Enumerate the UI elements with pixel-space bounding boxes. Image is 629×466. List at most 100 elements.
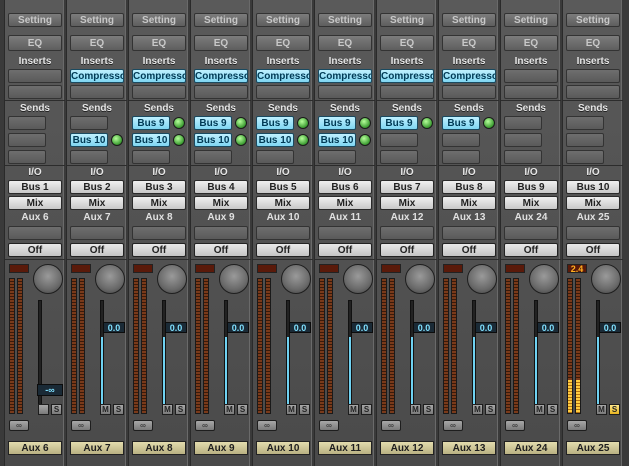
eq-button[interactable]: EQ <box>380 35 434 51</box>
setting-button[interactable]: Setting <box>566 13 620 27</box>
volume-readout[interactable]: 0.0 <box>165 322 187 333</box>
send-slot-empty[interactable] <box>442 150 480 164</box>
send-slot[interactable]: Bus 10 <box>256 133 294 147</box>
insert-slot[interactable] <box>8 69 62 83</box>
send-slot-empty[interactable] <box>70 150 108 164</box>
mute-button[interactable]: M <box>162 404 173 415</box>
volume-readout[interactable]: 0.0 <box>351 322 373 333</box>
automation-off-button[interactable]: Off <box>8 243 62 257</box>
volume-readout[interactable]: -∞ <box>37 384 63 396</box>
volume-readout[interactable]: 0.0 <box>599 322 621 333</box>
insert-slot[interactable]: Compresso <box>442 69 496 83</box>
output-button[interactable]: Bus 10 <box>566 180 620 194</box>
mix-button[interactable]: Mix <box>380 196 434 210</box>
send-level-knob[interactable] <box>359 117 371 129</box>
solo-button[interactable]: S <box>237 404 248 415</box>
send-level-knob[interactable] <box>297 117 309 129</box>
send-slot[interactable]: Bus 10 <box>194 133 232 147</box>
insert-slot[interactable]: Compresso <box>132 69 186 83</box>
send-slot[interactable] <box>380 133 418 147</box>
send-level-knob[interactable] <box>235 117 247 129</box>
send-slot[interactable]: Bus 9 <box>132 116 170 130</box>
mute-button[interactable]: M <box>534 404 545 415</box>
output-button[interactable]: Bus 6 <box>318 180 372 194</box>
eq-button[interactable]: EQ <box>8 35 62 51</box>
pan-knob[interactable] <box>33 264 63 294</box>
automation-slot[interactable] <box>380 226 434 240</box>
pan-knob[interactable] <box>281 264 311 294</box>
volume-readout[interactable]: 0.0 <box>413 322 435 333</box>
eq-button[interactable]: EQ <box>318 35 372 51</box>
send-slot[interactable] <box>8 133 46 147</box>
eq-button[interactable]: EQ <box>132 35 186 51</box>
setting-button[interactable]: Setting <box>194 13 248 27</box>
channel-name[interactable]: Aux 8 <box>132 441 186 455</box>
volume-fader-track[interactable] <box>348 300 352 415</box>
volume-readout[interactable]: 0.0 <box>227 322 249 333</box>
volume-fader-track[interactable] <box>596 300 600 415</box>
output-button[interactable]: Bus 1 <box>8 180 62 194</box>
automation-off-button[interactable]: Off <box>318 243 372 257</box>
send-slot[interactable]: Bus 9 <box>194 116 232 130</box>
automation-off-button[interactable]: Off <box>194 243 248 257</box>
volume-readout[interactable]: 0.0 <box>103 322 125 333</box>
volume-fader-track[interactable] <box>100 300 104 415</box>
pan-knob[interactable] <box>343 264 373 294</box>
automation-off-button[interactable]: Off <box>256 243 310 257</box>
automation-slot[interactable] <box>194 226 248 240</box>
automation-slot[interactable] <box>318 226 372 240</box>
channel-name[interactable]: Aux 13 <box>442 441 496 455</box>
insert-slot[interactable]: Compresso <box>318 69 372 83</box>
insert-slot[interactable] <box>566 69 620 83</box>
insert-slot-empty[interactable] <box>132 85 186 99</box>
link-icon[interactable]: ∞ <box>133 420 153 431</box>
automation-off-button[interactable]: Off <box>132 243 186 257</box>
send-slot-empty[interactable] <box>194 150 232 164</box>
insert-slot-empty[interactable] <box>8 85 62 99</box>
send-slot-empty[interactable] <box>132 150 170 164</box>
channel-name[interactable]: Aux 24 <box>504 441 558 455</box>
mute-button[interactable]: M <box>224 404 235 415</box>
link-icon[interactable]: ∞ <box>9 420 29 431</box>
mix-button[interactable]: Mix <box>566 196 620 210</box>
link-icon[interactable]: ∞ <box>443 420 463 431</box>
link-icon[interactable]: ∞ <box>505 420 525 431</box>
send-slot[interactable] <box>504 133 542 147</box>
mix-button[interactable]: Mix <box>132 196 186 210</box>
setting-button[interactable]: Setting <box>132 13 186 27</box>
channel-name[interactable]: Aux 25 <box>566 441 620 455</box>
eq-button[interactable]: EQ <box>442 35 496 51</box>
volume-fader-track[interactable] <box>410 300 414 415</box>
volume-fader-track[interactable] <box>286 300 290 415</box>
link-icon[interactable]: ∞ <box>71 420 91 431</box>
send-slot-empty[interactable] <box>380 150 418 164</box>
send-slot-empty[interactable] <box>8 150 46 164</box>
solo-button[interactable]: S <box>609 404 620 415</box>
output-button[interactable]: Bus 2 <box>70 180 124 194</box>
send-level-knob[interactable] <box>235 134 247 146</box>
volume-fader-track[interactable] <box>534 300 538 415</box>
automation-slot[interactable] <box>504 226 558 240</box>
send-level-knob[interactable] <box>111 134 123 146</box>
mix-button[interactable]: Mix <box>504 196 558 210</box>
volume-readout[interactable]: 0.0 <box>475 322 497 333</box>
send-slot[interactable]: Bus 10 <box>132 133 170 147</box>
insert-slot[interactable]: Compresso <box>70 69 124 83</box>
pan-knob[interactable] <box>219 264 249 294</box>
channel-name[interactable]: Aux 7 <box>70 441 124 455</box>
mix-button[interactable]: Mix <box>8 196 62 210</box>
send-slot[interactable] <box>504 116 542 130</box>
volume-fader-track[interactable] <box>224 300 228 415</box>
output-button[interactable]: Bus 7 <box>380 180 434 194</box>
solo-button[interactable]: S <box>175 404 186 415</box>
send-slot-empty[interactable] <box>504 150 542 164</box>
insert-slot[interactable]: Compresso <box>194 69 248 83</box>
setting-button[interactable]: Setting <box>70 13 124 27</box>
mute-button[interactable]: M <box>410 404 421 415</box>
insert-slot-empty[interactable] <box>256 85 310 99</box>
solo-button[interactable]: S <box>113 404 124 415</box>
link-icon[interactable]: ∞ <box>319 420 339 431</box>
send-slot-empty[interactable] <box>318 150 356 164</box>
send-slot[interactable]: Bus 10 <box>70 133 108 147</box>
send-slot[interactable]: Bus 9 <box>380 116 418 130</box>
